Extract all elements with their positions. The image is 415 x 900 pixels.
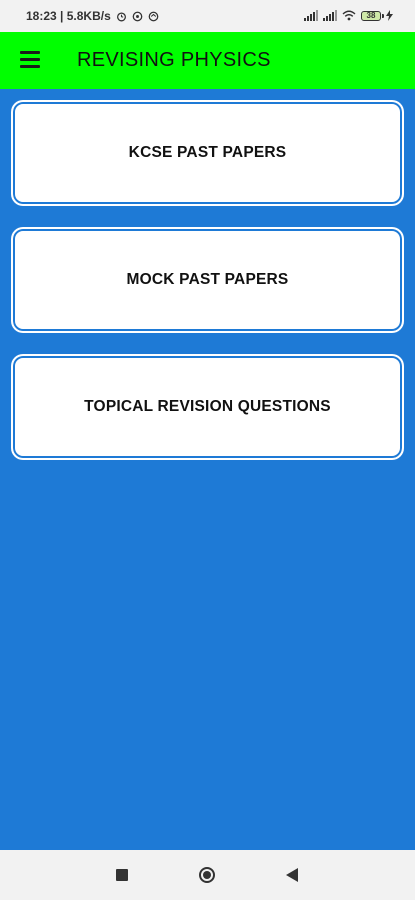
menu-icon[interactable] [20,51,40,69]
app-bar: REVISING PHYSICS [0,32,415,89]
kcse-past-papers-button[interactable]: KCSE PAST PAPERS [12,101,403,205]
sync-icon [148,11,159,21]
status-left: 18:23 | 5.8KB/s [26,9,159,23]
whatsapp-icon [132,11,143,21]
battery-level: 38 [366,10,376,20]
signal-icon [304,10,318,21]
alarm-icon [116,11,126,21]
topical-revision-questions-button[interactable]: TOPICAL REVISION QUESTIONS [12,355,403,459]
status-bar: 18:23 | 5.8KB/s 38 [0,0,415,32]
signal-icon [323,10,337,21]
mock-past-papers-label: MOCK PAST PAPERS [126,271,289,288]
wifi-icon [342,10,356,21]
home-icon[interactable] [199,867,215,883]
recent-apps-icon[interactable] [116,869,128,881]
status-time-speed: 18:23 | 5.8KB/s [26,9,111,23]
mock-past-papers-button[interactable]: MOCK PAST PAPERS [12,228,403,332]
charging-icon [386,10,393,21]
battery-icon: 38 [361,10,384,21]
topical-revision-questions-label: TOPICAL REVISION QUESTIONS [84,398,331,415]
status-right: 38 [304,10,393,21]
navigation-bar [0,850,415,900]
back-icon[interactable] [286,868,298,882]
page-title: REVISING PHYSICS [77,49,271,71]
kcse-past-papers-label: KCSE PAST PAPERS [128,144,287,161]
